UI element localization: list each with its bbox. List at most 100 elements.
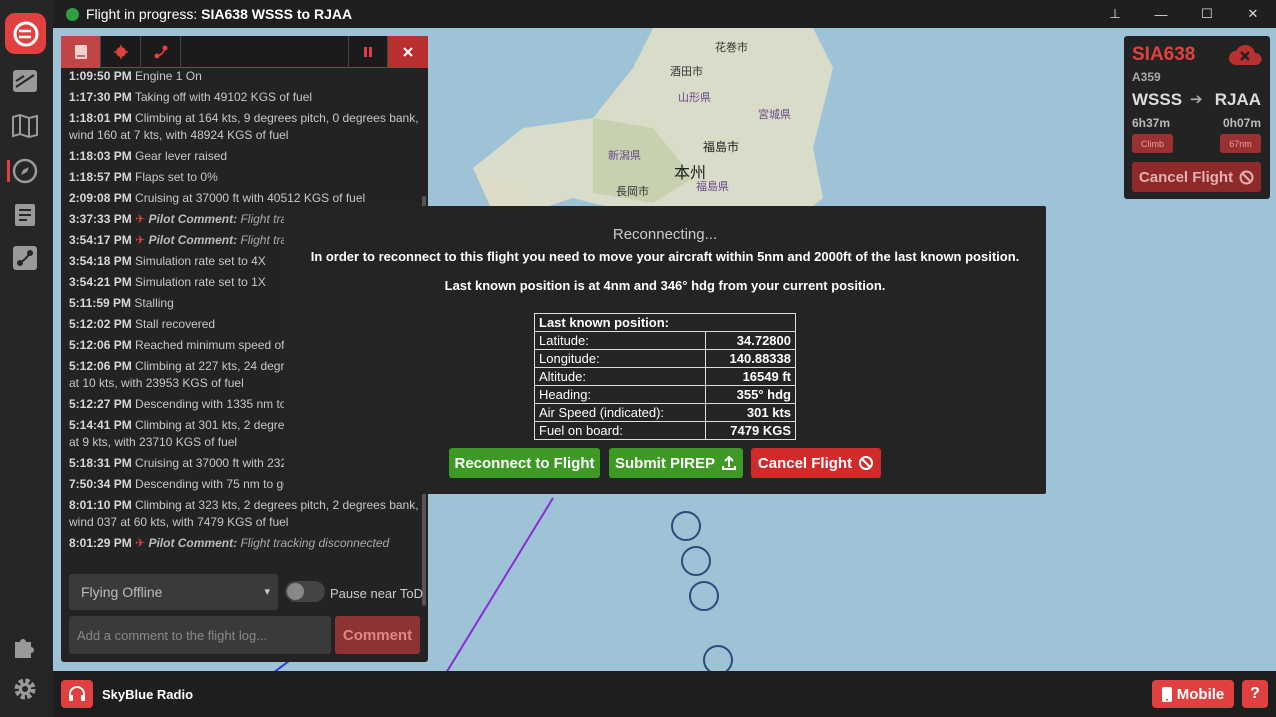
ban-icon: [1239, 170, 1254, 184]
time-elapsed: 6h37m: [1132, 116, 1171, 130]
log-time: 5:12:06 PM: [69, 338, 132, 352]
comment-button[interactable]: Comment: [335, 616, 420, 654]
log-text: Simulation rate set to 1X: [135, 275, 266, 289]
route-icon[interactable]: [11, 244, 39, 272]
card-cancel-flight-button[interactable]: Cancel Flight: [1132, 162, 1261, 192]
row-label: Air Speed (indicated):: [533, 403, 707, 422]
log-text: Reached minimum speed of: [135, 338, 285, 352]
table-row: Air Speed (indicated): 301 kts: [533, 403, 796, 422]
map-label: 花巻市: [715, 40, 748, 54]
status-dot: [66, 7, 79, 21]
tab-route[interactable]: [141, 36, 181, 68]
pilot-comment-label: Pilot Comment:: [148, 212, 238, 226]
map-label: 酒田市: [670, 64, 703, 78]
comment-placeholder: Add a comment to the flight log...: [77, 627, 268, 643]
log-time: 7:50:34 PM: [69, 477, 132, 491]
modal-position-message: Last known position is at 4nm and 346° h…: [444, 278, 886, 293]
modal-cancel-label: Cancel Flight: [757, 454, 853, 472]
log-time: 5:12:02 PM: [69, 317, 132, 331]
pilot-comment-label: Pilot Comment:: [148, 233, 238, 247]
pause-button[interactable]: [348, 36, 388, 68]
radio-button[interactable]: [61, 680, 93, 708]
row-value: 355° hdg: [705, 385, 796, 404]
select-value: Flying Offline: [81, 584, 163, 600]
log-text: Flaps set to 0%: [135, 170, 218, 184]
log-time: 3:54:17 PM: [69, 233, 132, 247]
row-value: 140.88338: [705, 349, 796, 368]
row-label: Heading:: [533, 385, 707, 404]
map-label: 福島県: [696, 179, 729, 193]
close-window-icon[interactable]: ✕: [1230, 0, 1276, 28]
flight-mode-select[interactable]: Flying Offline ▾: [69, 574, 278, 610]
pause-tod-toggle[interactable]: [285, 581, 325, 602]
active-indicator: [7, 160, 10, 182]
pin-icon[interactable]: ⊥: [1092, 0, 1138, 28]
runway-icon[interactable]: [11, 67, 39, 95]
modal-cancel-flight-button[interactable]: Cancel Flight: [751, 448, 881, 478]
tab-log-book[interactable]: [61, 36, 101, 68]
book-icon: [74, 45, 87, 59]
reconnect-button[interactable]: Reconnect to Flight: [449, 448, 600, 478]
log-entry: 8:01:29 PM ✈ Pilot Comment: Flight track…: [69, 535, 421, 552]
close-panel-button[interactable]: [388, 36, 428, 68]
table-row: Heading: 355° hdg: [533, 385, 796, 404]
pilot-icon: ✈: [135, 536, 149, 550]
map-label: 宮城県: [758, 107, 791, 121]
map-label: 新潟県: [608, 148, 641, 162]
table-header: Last known position:: [534, 313, 796, 332]
row-value: 16549 ft: [705, 367, 796, 386]
gear-icon[interactable]: [11, 675, 39, 703]
pilot-icon: ✈: [135, 212, 149, 226]
row-label: Altitude:: [533, 367, 707, 386]
tab-virus[interactable]: [101, 36, 141, 68]
log-text: Taking off with 49102 KGS of fuel: [134, 90, 313, 104]
log-text: Gear lever raised: [135, 149, 228, 163]
row-value: 34.72800: [705, 331, 796, 350]
mobile-label: Mobile: [1176, 685, 1225, 703]
card-cancel-label: Cancel Flight: [1138, 168, 1234, 186]
log-time: 1:09:50 PM: [69, 69, 132, 83]
cloud-offline-icon[interactable]: [1228, 41, 1262, 72]
waypoint-circle: [689, 581, 719, 611]
pilot-icon: ✈: [135, 233, 149, 247]
compass-icon[interactable]: [11, 157, 39, 185]
puzzle-icon[interactable]: [11, 632, 39, 660]
log-time: 8:01:29 PM: [69, 536, 132, 550]
log-time: 5:12:06 PM: [69, 359, 132, 373]
toggle-knob: [287, 583, 304, 600]
row-label: Fuel on board:: [533, 421, 707, 440]
log-entry: 2:09:08 PM Cruising at 37000 ft with 405…: [69, 190, 421, 207]
help-button[interactable]: ?: [1242, 680, 1268, 708]
log-time: 3:54:18 PM: [69, 254, 132, 268]
headphones-icon: [69, 686, 85, 701]
mobile-button[interactable]: Mobile: [1152, 680, 1234, 708]
log-entry: 1:09:50 PM Engine 1 On: [69, 68, 421, 85]
log-time: 3:54:21 PM: [69, 275, 132, 289]
submit-pirep-button[interactable]: Submit PIREP: [609, 448, 743, 478]
reconnect-modal: Reconnecting... In order to reconnect to…: [284, 206, 1046, 494]
title-prefix: Flight in progress:: [86, 6, 202, 22]
row-value: 301 kts: [705, 403, 796, 422]
app-window: 花巻市 酒田市 山形県 宮城県 新潟県 福島市 本州 長岡市 福島県 Fligh…: [0, 0, 1276, 717]
logbook-icon[interactable]: [11, 201, 39, 229]
map-icon[interactable]: [11, 112, 39, 140]
virus-icon: [113, 45, 128, 59]
log-time: 5:14:41 PM: [69, 418, 132, 432]
table-row: Altitude: 16549 ft: [533, 367, 796, 386]
log-time: 5:12:27 PM: [69, 397, 132, 411]
skyblue-logo-icon[interactable]: [5, 13, 46, 54]
log-tabs: [61, 36, 428, 68]
phase-badge: Climb: [1132, 134, 1173, 153]
comment-input[interactable]: Add a comment to the flight log...: [69, 616, 331, 654]
log-time: 5:11:59 PM: [69, 296, 132, 310]
title-flight: SIA638 WSSS to RJAA: [201, 6, 353, 22]
minimize-icon[interactable]: —: [1138, 0, 1184, 28]
log-text: Cruising at 37000 ft with 232: [135, 456, 288, 470]
table-header-row: Last known position:: [534, 313, 796, 332]
time-remaining: 0h07m: [1222, 116, 1261, 130]
log-time: 1:18:03 PM: [69, 149, 132, 163]
log-time: 8:01:10 PM: [69, 498, 132, 512]
log-time: 5:18:31 PM: [69, 456, 132, 470]
maximize-icon[interactable]: ☐: [1184, 0, 1230, 28]
modal-title: Reconnecting...: [612, 226, 718, 243]
